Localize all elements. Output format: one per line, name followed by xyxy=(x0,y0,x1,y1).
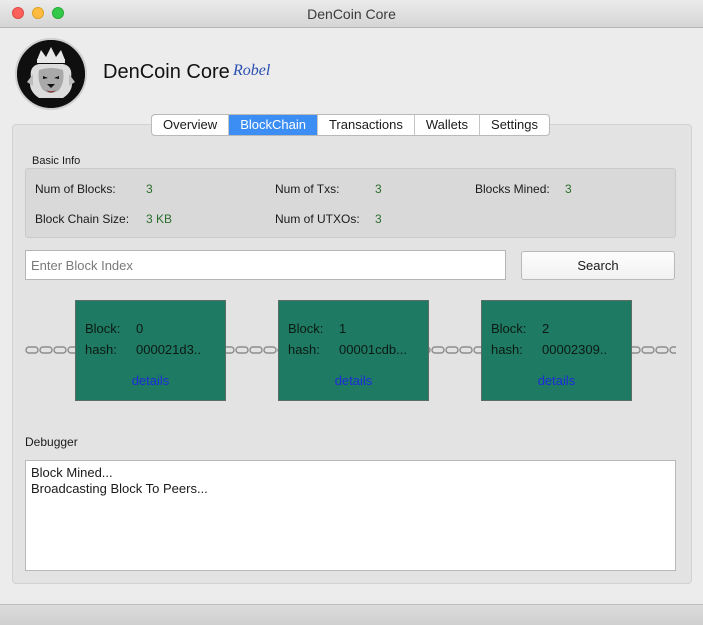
block-card-0: Block: 0 hash: 000021d3.. details xyxy=(75,300,226,401)
block-details-link[interactable]: details xyxy=(76,373,225,388)
block-card-2: Block: 2 hash: 00002309.. details xyxy=(481,300,632,401)
chain-size-value: 3 KB xyxy=(146,212,173,226)
num-blocks-value: 3 xyxy=(146,182,153,196)
search-button[interactable]: Search xyxy=(521,251,675,280)
blocks-mined-value: 3 xyxy=(565,182,572,196)
window-footer xyxy=(0,604,703,625)
window-title: DenCoin Core xyxy=(307,6,396,22)
tab-blockchain[interactable]: BlockChain xyxy=(229,115,318,135)
log-line: Block Mined... xyxy=(31,465,113,480)
hash-label: hash: xyxy=(288,342,320,357)
tab-transactions[interactable]: Transactions xyxy=(318,115,415,135)
block-label: Block: xyxy=(288,321,324,336)
num-utxos-value: 3 xyxy=(375,212,382,226)
block-index-value: 1 xyxy=(339,321,347,336)
block-index-value: 2 xyxy=(542,321,550,336)
title-bar: DenCoin Core xyxy=(0,0,703,28)
block-label: Block: xyxy=(85,321,121,336)
tab-wallets[interactable]: Wallets xyxy=(415,115,481,135)
basic-info-title: Basic Info xyxy=(32,155,81,167)
lion-crown-icon xyxy=(15,38,87,110)
chain-size-label: Block Chain Size: xyxy=(35,212,130,226)
block-index-value: 0 xyxy=(136,321,144,336)
num-blocks-label: Num of Blocks: xyxy=(35,182,116,196)
basic-info-box: Num of Blocks: 3 Num of Txs: 3 Blocks Mi… xyxy=(25,168,676,238)
current-user: Robel xyxy=(233,62,271,79)
debugger-log[interactable]: Block Mined... Broadcasting Block To Pee… xyxy=(25,460,676,571)
tab-bar: Overview BlockChain Transactions Wallets… xyxy=(151,114,551,136)
block-hash-value: 00001cdb... xyxy=(339,342,407,357)
tab-settings[interactable]: Settings xyxy=(480,115,549,135)
blocks-mined-label: Blocks Mined: xyxy=(475,182,550,196)
app-name: DenCoin Core xyxy=(103,61,230,83)
block-card-1: Block: 1 hash: 00001cdb... details xyxy=(278,300,429,401)
hash-label: hash: xyxy=(85,342,117,357)
hash-label: hash: xyxy=(491,342,523,357)
app-window: DenCoin Core DenCoin Core Robel Overview… xyxy=(0,0,703,625)
log-line: Broadcasting Block To Peers... xyxy=(31,481,208,496)
tab-overview[interactable]: Overview xyxy=(152,115,230,135)
block-hash-value: 00002309.. xyxy=(542,342,608,357)
num-txs-label: Num of Txs: xyxy=(275,182,340,196)
block-hash-value: 000021d3.. xyxy=(136,342,202,357)
num-txs-value: 3 xyxy=(375,182,382,196)
block-index-input[interactable] xyxy=(25,250,506,280)
block-details-link[interactable]: details xyxy=(482,373,631,388)
num-utxos-label: Num of UTXOs: xyxy=(275,212,360,226)
block-details-link[interactable]: details xyxy=(279,373,428,388)
debugger-title: Debugger xyxy=(25,435,78,449)
block-label: Block: xyxy=(491,321,527,336)
